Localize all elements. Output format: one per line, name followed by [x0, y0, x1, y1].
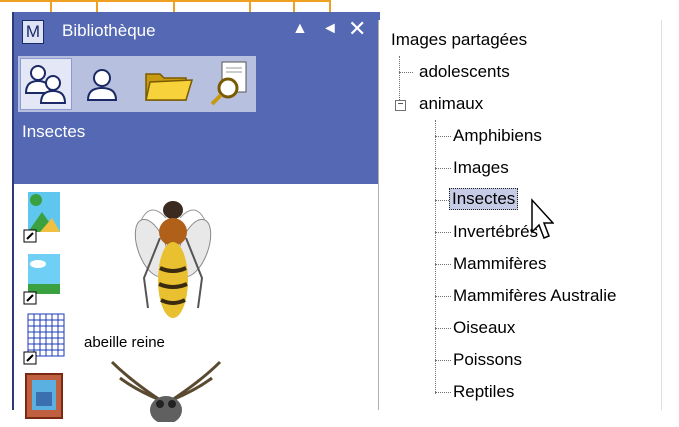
tree-node[interactable]: animaux — [419, 94, 483, 114]
tree-connector — [435, 328, 451, 329]
spider-icon — [110, 360, 222, 424]
tree-node[interactable]: adolescents — [419, 62, 510, 82]
frame-thumbnail[interactable] — [22, 368, 66, 426]
library-titlebar: M Bibliothèque ▲ ◄ ✕ — [14, 12, 380, 48]
tree-connector — [435, 136, 451, 137]
tree-connector — [435, 120, 436, 394]
sky-thumbnail[interactable] — [22, 250, 66, 308]
library-toolbar — [18, 56, 256, 112]
group-users-button[interactable] — [20, 58, 72, 110]
search-document-button[interactable] — [202, 58, 254, 110]
tree-connector — [435, 360, 451, 361]
tree-connector — [399, 72, 413, 73]
user-button[interactable] — [80, 58, 132, 110]
tree-connector — [435, 232, 451, 233]
group-users-icon — [24, 65, 67, 104]
landscape-icon — [23, 192, 60, 243]
back-button[interactable]: ◄ — [322, 20, 338, 38]
tree-connector — [435, 296, 451, 297]
library-panel: M Bibliothèque ▲ ◄ ✕ Insectes abeille re… — [12, 12, 380, 424]
tree-connector — [435, 168, 451, 169]
tree-node[interactable]: Oiseaux — [453, 318, 515, 338]
m-menu-button[interactable]: M — [22, 20, 44, 44]
bee-image-label: abeille reine — [84, 334, 165, 351]
close-button[interactable]: ✕ — [348, 16, 366, 42]
spider-image[interactable] — [100, 360, 232, 424]
tree-root[interactable]: Images partagées — [391, 30, 527, 50]
picture-frame-icon — [25, 373, 63, 419]
user-icon — [86, 69, 118, 101]
queen-bee-image[interactable] — [130, 188, 216, 330]
collapse-node-toggle[interactable]: − — [395, 100, 406, 111]
library-header: M Bibliothèque ▲ ◄ ✕ Insectes — [14, 12, 380, 184]
tree-node-selected[interactable]: Insectes — [449, 188, 519, 210]
collapse-button[interactable]: ▲ — [292, 20, 308, 38]
tree-connector — [435, 264, 451, 265]
tree-scrollbar[interactable] — [661, 20, 679, 410]
folder-icon — [145, 73, 194, 101]
grid-thumbnail[interactable] — [22, 310, 66, 368]
library-title: Bibliothèque — [62, 21, 156, 40]
tree-node[interactable]: Mammifères Australie — [453, 286, 616, 306]
landscape-icon — [23, 254, 60, 305]
landscape-thumbnail[interactable] — [22, 188, 66, 246]
bee-icon — [134, 201, 212, 318]
current-category-label: Insectes — [22, 122, 86, 141]
tree-node[interactable]: Reptiles — [453, 382, 514, 402]
grid-icon — [23, 313, 65, 365]
folder-tree: Images partagées adolescents − animaux A… — [378, 20, 679, 410]
search-document-icon — [210, 61, 247, 106]
tree-connector — [435, 392, 451, 393]
tree-node[interactable]: Amphibiens — [453, 126, 542, 146]
folder-button[interactable] — [142, 58, 194, 110]
tree-node[interactable]: Invertébrés — [453, 222, 538, 242]
tree-node[interactable]: Images — [453, 158, 509, 178]
tree-node[interactable]: Poissons — [453, 350, 522, 370]
tree-node[interactable]: Mammifères — [453, 254, 547, 274]
mouse-pointer-icon — [531, 198, 554, 239]
